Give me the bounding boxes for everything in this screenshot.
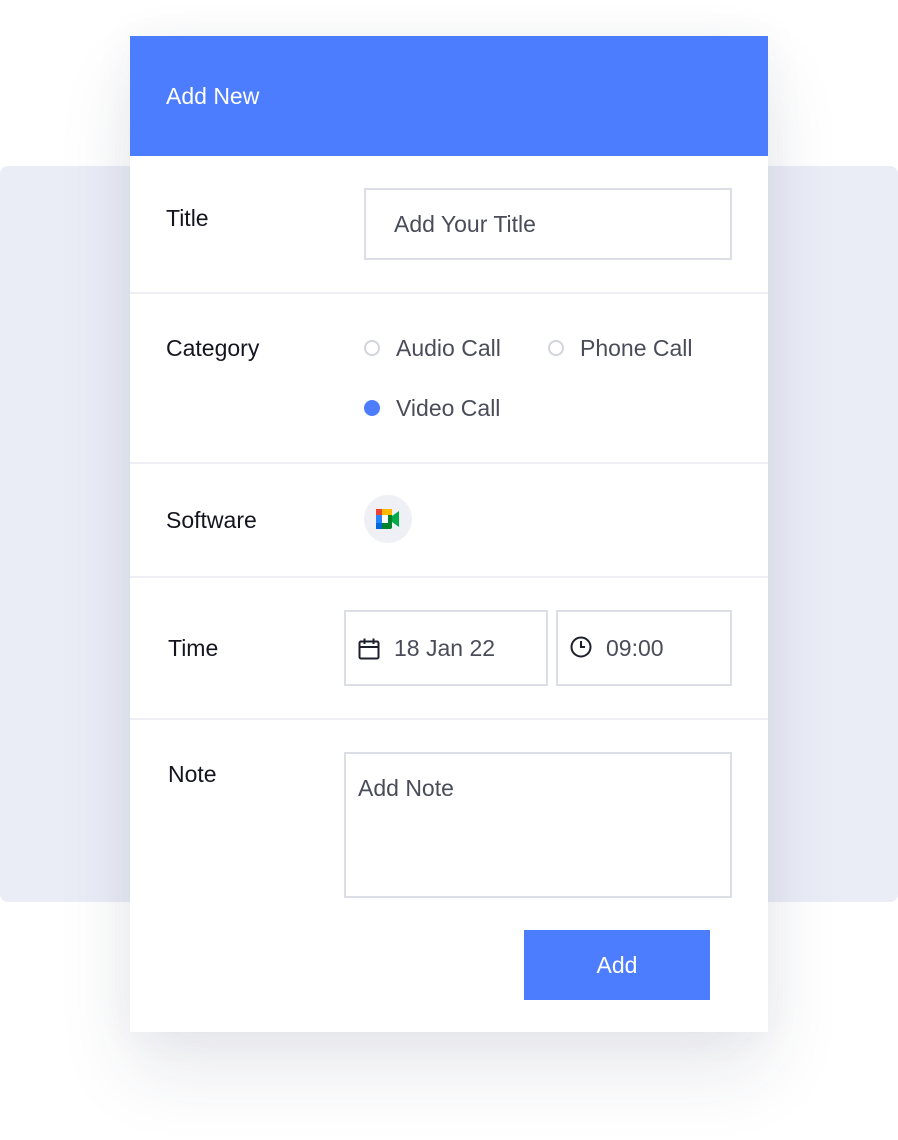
add-new-card: Add New Title Add Your Title Category Au… — [130, 36, 768, 1032]
date-value: 18 Jan 22 — [394, 635, 496, 661]
clock-icon — [570, 636, 592, 664]
radio-audio-call-dot[interactable] — [364, 340, 380, 356]
add-button[interactable]: Add — [524, 930, 710, 1000]
category-label: Category — [166, 335, 260, 361]
radio-audio-call-label: Audio Call — [396, 335, 501, 361]
note-placeholder: Add Note — [358, 775, 454, 801]
radio-video-call-label: Video Call — [396, 395, 501, 421]
note-label: Note — [168, 761, 217, 787]
software-label: Software — [166, 507, 257, 533]
time-input[interactable]: 09:00 — [556, 610, 732, 686]
title-label: Title — [166, 205, 209, 231]
google-meet-glyph — [376, 509, 399, 529]
divider — [130, 292, 768, 294]
divider — [130, 718, 768, 720]
title-placeholder: Add Your Title — [394, 211, 536, 237]
radio-video-call-dot[interactable] — [364, 400, 380, 416]
divider — [130, 462, 768, 464]
card-title: Add New — [166, 83, 260, 109]
calendar-icon — [358, 638, 380, 666]
google-meet-icon[interactable] — [364, 495, 412, 543]
radio-phone-call-label: Phone Call — [580, 335, 693, 361]
card-header: Add New — [130, 36, 768, 156]
radio-phone-call-dot[interactable] — [548, 340, 564, 356]
time-value: 09:00 — [606, 635, 664, 661]
radio-video-call[interactable]: Video Call — [364, 394, 514, 422]
radio-audio-call[interactable]: Audio Call — [364, 334, 514, 362]
radio-phone-call[interactable]: Phone Call — [548, 334, 708, 362]
time-label: Time — [168, 635, 219, 661]
divider — [130, 576, 768, 578]
note-textarea[interactable]: Add Note — [344, 752, 732, 898]
date-input[interactable]: 18 Jan 22 — [344, 610, 548, 686]
title-input[interactable]: Add Your Title — [364, 188, 732, 260]
